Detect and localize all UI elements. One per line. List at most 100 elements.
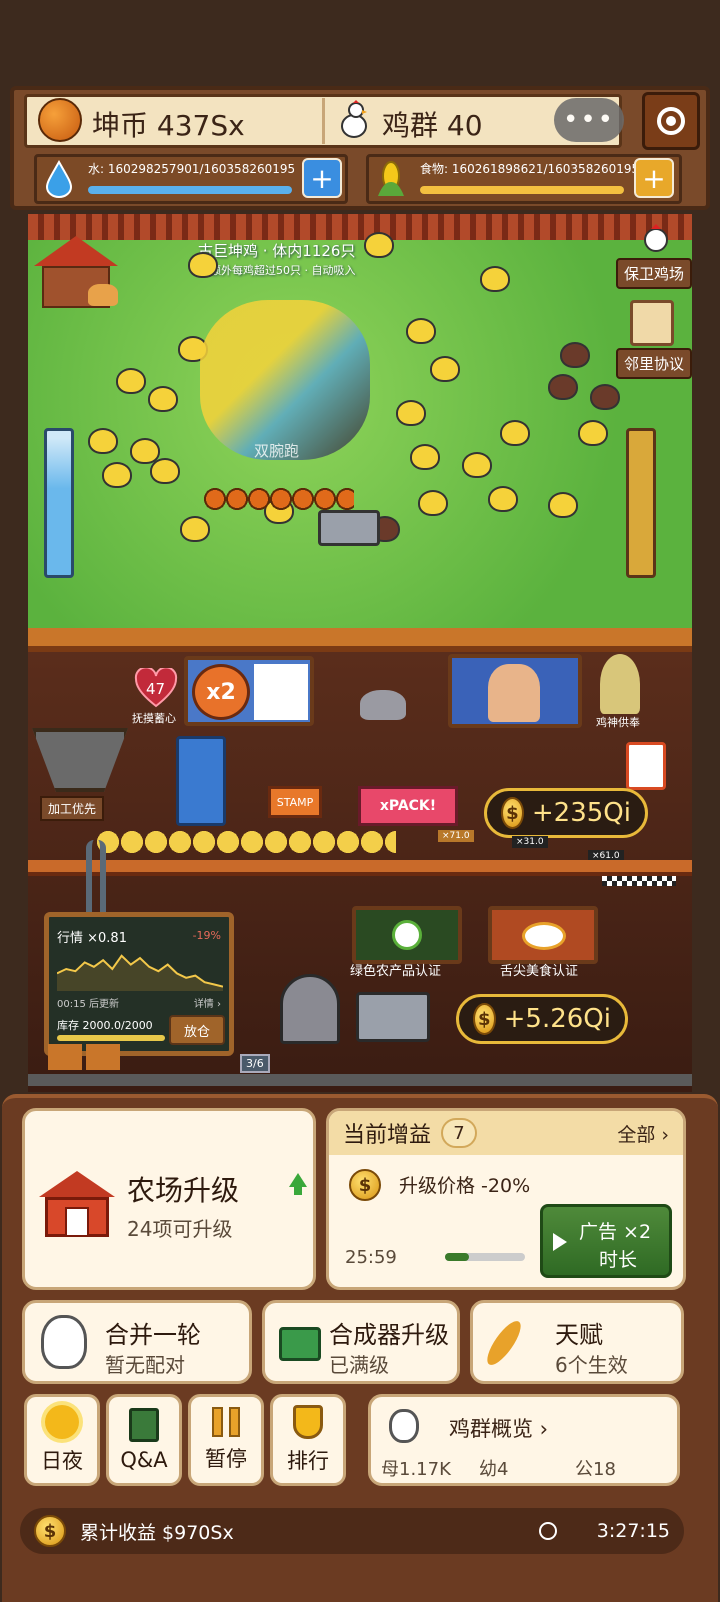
chicken-icon	[389, 1409, 419, 1443]
boost-progress-track	[445, 1253, 525, 1261]
boss-title: 古巨坤鸡 · 体内1126只	[198, 242, 356, 260]
close-miniprogram-button[interactable]	[642, 92, 700, 150]
merge-round-card[interactable]: 合并一轮 暂无配对	[22, 1300, 252, 1384]
dog-icon	[88, 284, 118, 306]
multiplier-poster[interactable]: x2	[184, 656, 314, 726]
pack-machine[interactable]: xPACK!	[358, 786, 458, 826]
dark-chicken[interactable]	[590, 384, 620, 410]
giant-chicken-boss[interactable]	[200, 300, 370, 460]
market-panel[interactable]: 行情 ×0.81 -19% 00:15 后更新 详情 › 库存 2000.0/2…	[44, 912, 234, 1056]
market-area	[57, 955, 223, 991]
dollar-coin-icon: $	[34, 1515, 66, 1547]
chicken[interactable]	[488, 486, 518, 512]
idol-portrait	[488, 664, 540, 722]
market-title: 行情 ×0.81	[57, 931, 127, 946]
market-line-chart	[57, 954, 223, 991]
trophy-icon	[293, 1405, 323, 1439]
water-drop-icon	[40, 158, 78, 200]
food-amount: 食物: 160261898621/160358260195	[420, 162, 640, 176]
boost-all-link[interactable]: 全部 ›	[617, 1120, 669, 1147]
add-water-button[interactable]: +	[302, 158, 342, 198]
multiplier-tag: ×31.0	[512, 836, 548, 848]
chicken[interactable]	[116, 368, 146, 394]
ranking-button[interactable]: 排行	[270, 1394, 346, 1486]
earnings-bubble: $ +235Qi	[484, 788, 648, 838]
chicken[interactable]	[418, 490, 448, 516]
chicken[interactable]	[548, 492, 578, 518]
chicken[interactable]	[102, 462, 132, 488]
dark-chicken[interactable]	[560, 342, 590, 368]
earnings-value: +235Qi	[531, 798, 631, 828]
chicken[interactable]	[578, 420, 608, 446]
chicken[interactable]	[148, 386, 178, 412]
qa-button[interactable]: Q&A	[106, 1394, 182, 1486]
chicken[interactable]	[480, 266, 510, 292]
flock-count: 鸡群 40	[382, 109, 483, 142]
corn-icon	[372, 158, 410, 200]
chicken[interactable]	[410, 444, 440, 470]
green-cert-badge[interactable]	[352, 906, 462, 964]
food-cert-badge[interactable]	[488, 906, 598, 964]
qa-label: Q&A	[120, 1448, 168, 1472]
chicken[interactable]	[364, 232, 394, 258]
synthesizer-upgrade-card[interactable]: 合成器升级 已满级	[262, 1300, 460, 1384]
cat-icon	[360, 690, 406, 720]
chicken[interactable]	[500, 420, 530, 446]
chicken[interactable]	[188, 252, 218, 278]
egg-incubator[interactable]	[280, 974, 340, 1044]
processing-priority-button[interactable]: 加工优先	[40, 796, 105, 821]
god-offering-label: 鸡神供奉	[596, 716, 640, 729]
hen-count: 母1.17K	[381, 1459, 451, 1480]
target-icon	[657, 107, 685, 135]
market-detail-link[interactable]: 详情 ›	[194, 995, 221, 1010]
idol-poster[interactable]	[448, 654, 582, 728]
washer-machine[interactable]	[176, 736, 226, 826]
play-icon	[553, 1233, 567, 1251]
egg-crates	[48, 1044, 120, 1070]
day-night-button[interactable]: 日夜	[24, 1394, 100, 1486]
egg-leaf-icon	[392, 920, 422, 950]
dog-house[interactable]	[34, 236, 118, 308]
pause-button[interactable]: 暂停	[188, 1394, 264, 1486]
rooster-icon	[334, 98, 374, 142]
chicken[interactable]	[430, 356, 460, 382]
radio-icon[interactable]	[318, 510, 380, 546]
ad-line2: 时长	[599, 1249, 638, 1271]
dark-chicken[interactable]	[548, 374, 578, 400]
chicken[interactable]	[462, 452, 492, 478]
neighbor-pact-button[interactable]: 邻里协议	[616, 348, 693, 379]
pet-label: 抚摸蓄心	[132, 712, 176, 725]
dollar-coin-icon: $	[349, 1169, 381, 1201]
egg-card-icon[interactable]	[626, 742, 666, 790]
chicken[interactable]	[396, 400, 426, 426]
rooster-defend-icon	[638, 220, 674, 256]
pet-count: 47	[146, 680, 166, 698]
add-food-button[interactable]: +	[634, 158, 674, 198]
chick-count: 幼4	[479, 1459, 509, 1480]
farm-upgrade-card[interactable]: 农场升级 24项可升级	[22, 1108, 316, 1290]
chicken[interactable]	[406, 318, 436, 344]
stamp-machine[interactable]: STAMP	[268, 786, 322, 818]
divider	[322, 98, 325, 144]
chicken-god-statue-icon[interactable]	[600, 654, 640, 714]
chicken[interactable]	[150, 458, 180, 484]
flock-overview-card[interactable]: 鸡群概览 › 母1.17K 幼4 公18	[368, 1394, 680, 1486]
boost-item: 升级价格 -20%	[399, 1175, 531, 1197]
multiplier-tag: ×71.0	[438, 830, 474, 842]
water-amount: 水: 160298257901/160358260195	[88, 162, 296, 176]
factory-roof	[28, 628, 692, 652]
ad-double-button[interactable]: 广告 ×2 时长	[540, 1204, 672, 1278]
more-menu-button[interactable]: •••	[554, 98, 624, 142]
day-night-label: 日夜	[41, 1449, 83, 1473]
defend-farm-button[interactable]: 保卫鸡场	[616, 258, 693, 289]
chicken[interactable]	[88, 428, 118, 454]
green-cert-label: 绿色农产品认证	[350, 964, 442, 979]
egg-sorter[interactable]	[356, 992, 430, 1042]
chicken[interactable]	[180, 516, 210, 542]
dollar-coin-icon: $	[501, 797, 524, 829]
release-stock-button[interactable]: 放仓	[169, 1015, 225, 1045]
basketball-coin-icon	[38, 98, 82, 142]
fried-egg-icon	[522, 922, 566, 950]
talent-card[interactable]: 天赋 6个生效	[470, 1300, 684, 1384]
synth-title: 合成器升级	[329, 1321, 449, 1349]
